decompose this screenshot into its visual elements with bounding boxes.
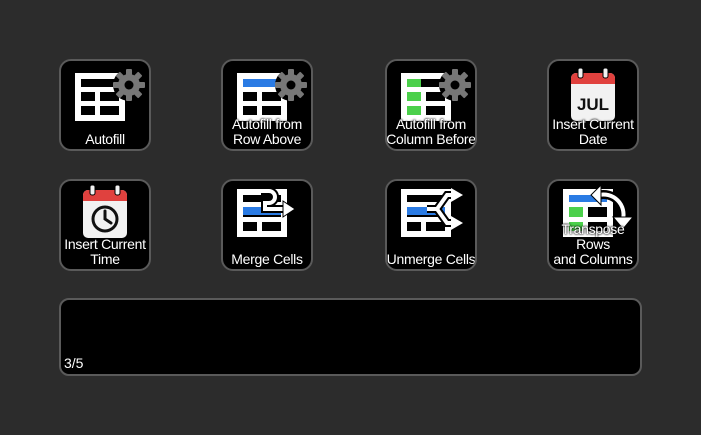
autofill-button[interactable]: Autofill (59, 59, 151, 151)
calendar-month-text: JUL (577, 95, 609, 114)
key-label: Autofill from Row Above (231, 116, 302, 147)
unmerge-cells-button[interactable]: Unmerge Cells (385, 179, 477, 271)
insert-current-date-button[interactable]: JUL Insert Current Date (547, 59, 639, 151)
merge-cells-button[interactable]: Merge Cells (221, 179, 313, 271)
transpose-rows-columns-button[interactable]: Transpose Rows and Columns (547, 179, 639, 271)
key-label: Insert Current Date (552, 116, 634, 147)
info-panel[interactable]: 3/5 (59, 298, 642, 376)
autofill-column-before-button[interactable]: Autofill from Column Before (385, 59, 477, 151)
key-label: Merge Cells (231, 251, 303, 267)
insert-current-time-button[interactable]: Insert Current Time (59, 179, 151, 271)
page-indicator: 3/5 (64, 355, 84, 371)
key-label: Insert Current Time (64, 236, 146, 267)
autofill-row-above-button[interactable]: Autofill from Row Above (221, 59, 313, 151)
key-label: Transpose Rows and Columns (553, 221, 633, 267)
key-label: Autofill from Column Before (386, 116, 476, 147)
key-label: Autofill (85, 131, 125, 147)
key-label: Unmerge Cells (386, 251, 476, 267)
